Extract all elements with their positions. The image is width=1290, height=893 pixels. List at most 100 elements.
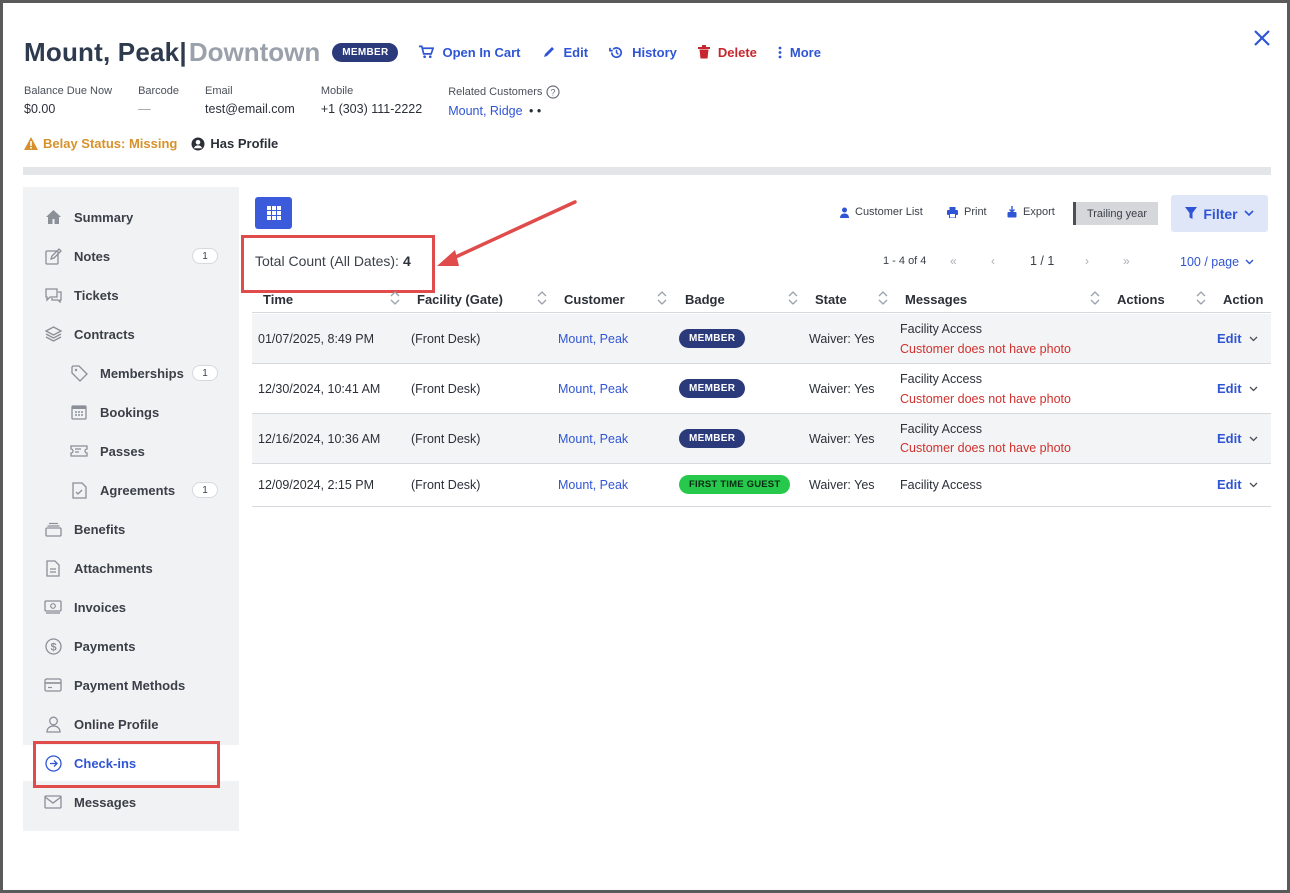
customer-info-row: Balance Due Now $0.00 Barcode — Email te… [24,85,586,118]
notes-count-badge: 1 [192,248,218,264]
column-header-facility[interactable]: Facility (Gate) [417,292,503,307]
facility-cell: (Front Desk) [411,382,481,396]
customer-list-button[interactable]: Customer List [840,206,923,218]
chevron-down-icon [1249,482,1258,487]
checkins-table-header: Time Facility (Gate) Customer Badge Stat… [252,289,1271,313]
sidebar-item-label: Tickets [74,287,119,303]
sidebar-item-notes[interactable]: Notes 1 [23,238,239,274]
trailing-year-toggle[interactable]: Trailing year [1073,202,1158,225]
customer-list-label: Customer List [855,206,923,218]
state-cell: Waiver: Yes [809,332,875,346]
filter-button[interactable]: Filter [1171,195,1268,232]
more-button[interactable]: More [778,45,821,60]
sidebar-item-memberships[interactable]: Memberships 1 [23,355,239,391]
trash-icon [697,45,710,59]
credit-card-icon [44,676,62,694]
layers-icon [44,325,62,343]
row-edit-button[interactable]: Edit [1217,431,1258,446]
mobile-value: +1 (303) 111-2222 [320,102,423,116]
table-row: 12/09/2024, 2:15 PM (Front Desk) Mount, … [252,464,1271,507]
history-icon [609,46,623,58]
mail-icon [44,793,62,811]
prev-page-icon[interactable]: ‹ [991,254,995,268]
email-field: Email test@email.com [205,85,295,118]
edit-label: Edit [563,44,589,60]
history-button[interactable]: History [609,45,677,60]
sort-icon[interactable] [1196,289,1206,307]
last-page-icon[interactable]: » [1123,254,1130,268]
print-label: Print [964,206,987,218]
sidebar-item-summary[interactable]: Summary [23,199,239,235]
customer-link[interactable]: Mount, Peak [558,478,628,492]
customer-link[interactable]: Mount, Peak [558,432,628,446]
sort-icon[interactable] [390,289,400,307]
sidebar-item-payments[interactable]: $ Payments [23,628,239,664]
sidebar-item-payment-methods[interactable]: Payment Methods [23,667,239,703]
close-icon[interactable] [1251,27,1273,49]
sort-icon[interactable] [878,289,888,307]
sidebar-item-label: Memberships [100,365,184,381]
sidebar-item-agreements[interactable]: Agreements 1 [23,472,239,508]
print-button[interactable]: Print [947,206,987,218]
mobile-label: Mobile [320,85,354,97]
customer-link[interactable]: Mount, Peak [558,382,628,396]
open-in-cart-button[interactable]: Open In Cart [419,45,521,60]
sort-icon[interactable] [537,289,547,307]
first-page-icon[interactable]: « [950,254,957,268]
sidebar-item-passes[interactable]: Passes [23,433,239,469]
barcode-value: — [138,102,151,116]
tag-icon [70,364,88,382]
column-header-state[interactable]: State [815,292,847,307]
memberships-count-badge: 1 [192,365,218,381]
column-header-action: Action [1223,292,1264,307]
chevron-down-icon [1244,210,1254,217]
row-edit-button[interactable]: Edit [1217,477,1258,492]
customer-link[interactable]: Mount, Peak [558,332,628,346]
row-edit-button[interactable]: Edit [1217,381,1258,396]
state-cell: Waiver: Yes [809,478,875,492]
warning-icon [24,137,38,150]
edit-button[interactable]: Edit [542,44,589,60]
column-header-customer[interactable]: Customer [564,292,625,307]
related-customer-link[interactable]: Mount, Ridge [448,104,522,118]
dollar-circle-icon: $ [44,637,62,655]
row-edit-label: Edit [1217,431,1242,446]
delete-label: Delete [717,44,757,60]
sort-icon[interactable] [788,289,798,307]
sidebar-item-label: Messages [74,794,137,810]
warning-message: Customer does not have photo [900,392,1071,406]
agreements-count-badge: 1 [192,482,218,498]
column-header-time[interactable]: Time [263,292,293,307]
sort-icon[interactable] [1090,289,1100,307]
column-header-actions[interactable]: Actions [1117,292,1165,307]
page-indicator: 1 / 1 [1030,254,1055,268]
sidebar-item-bookings[interactable]: Bookings [23,394,239,430]
export-button[interactable]: Export [1007,206,1055,218]
sidebar-item-messages[interactable]: Messages [23,784,239,820]
column-header-badge[interactable]: Badge [685,292,725,307]
state-cell: Waiver: Yes [809,432,875,446]
sidebar-item-benefits[interactable]: Benefits [23,511,239,547]
sort-icon[interactable] [657,289,667,307]
user-icon [840,207,849,218]
delete-button[interactable]: Delete [697,44,757,60]
email-label: Email [205,85,233,97]
sidebar-item-online-profile[interactable]: Online Profile [23,706,239,742]
sidebar-item-contracts[interactable]: Contracts [23,316,239,352]
row-edit-button[interactable]: Edit [1217,331,1258,346]
time-cell: 01/07/2025, 8:49 PM [258,332,375,346]
sidebar-item-tickets[interactable]: Tickets [23,277,239,313]
grid-view-button[interactable] [255,197,292,229]
warning-message: Customer does not have photo [900,441,1071,455]
per-page-select[interactable]: 100 / page [1180,255,1254,269]
sidebar-item-attachments[interactable]: Attachments [23,550,239,586]
next-page-icon[interactable]: › [1085,254,1089,268]
export-icon [1007,206,1017,218]
row-edit-label: Edit [1217,477,1242,492]
belay-status: Belay Status: Missing [24,136,177,151]
sidebar-item-label: Passes [100,443,145,459]
column-header-messages[interactable]: Messages [905,292,967,307]
help-icon[interactable]: ? [546,85,560,99]
sidebar-item-invoices[interactable]: Invoices [23,589,239,625]
barcode-label: Barcode [138,85,180,97]
